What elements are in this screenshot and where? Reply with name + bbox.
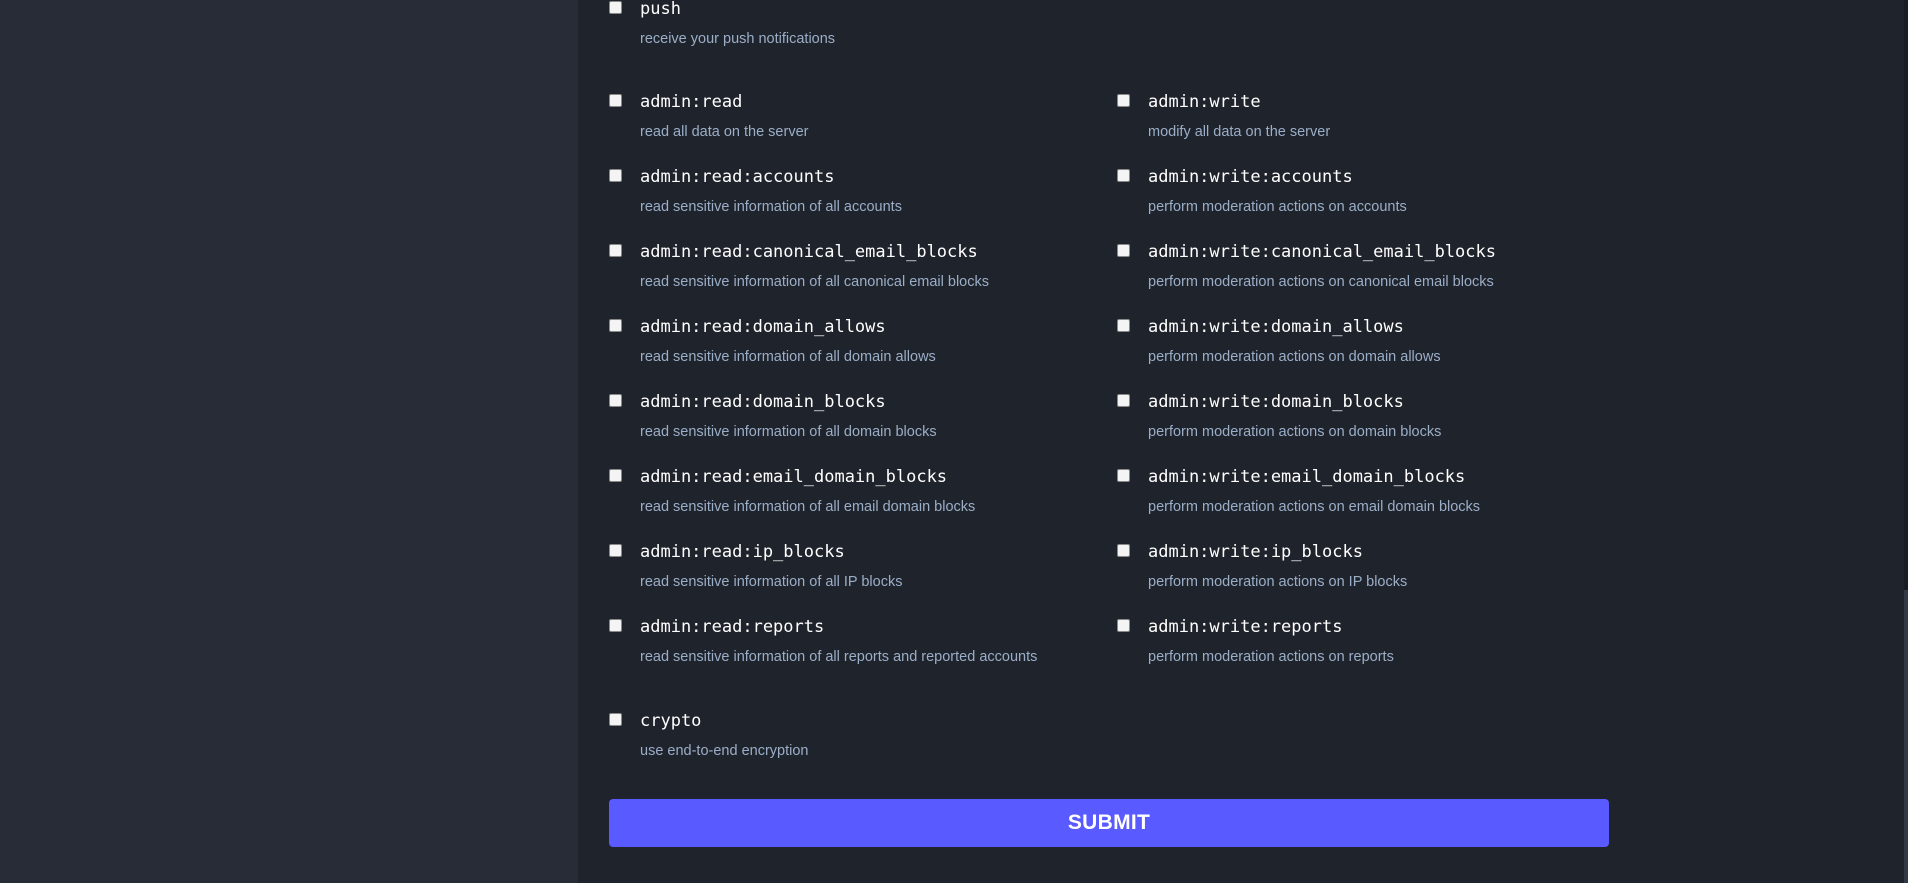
scope-description: use end-to-end encryption (640, 743, 809, 759)
scope-option-admin-write-accounts: admin:write:accounts perform moderation … (1117, 167, 1597, 229)
scope-checkbox-admin-read-email-domain-blocks[interactable] (609, 469, 622, 482)
scope-description: read sensitive information of all domain… (640, 424, 937, 440)
scope-checkbox-admin-write-email-domain-blocks[interactable] (1117, 469, 1130, 482)
scope-checkbox-crypto[interactable] (609, 713, 622, 726)
scope-name: crypto (640, 711, 702, 731)
scope-description: perform moderation actions on domain blo… (1148, 424, 1442, 440)
scope-name: admin:read:domain_blocks (640, 392, 886, 412)
scope-option-admin-write: admin:write modify all data on the serve… (1117, 92, 1597, 154)
scope-option-admin-read: admin:read read all data on the server (609, 92, 1089, 154)
scope-option-admin-write-email-domain-blocks: admin:write:email_domain_blocks perform … (1117, 467, 1597, 529)
scope-description: perform moderation actions on canonical … (1148, 274, 1494, 290)
scope-option-admin-read-email-domain-blocks: admin:read:email_domain_blocks read sens… (609, 467, 1089, 529)
scope-option-admin-read-accounts: admin:read:accounts read sensitive infor… (609, 167, 1089, 229)
scope-description: read sensitive information of all IP blo… (640, 574, 903, 590)
scope-option-admin-read-reports: admin:read:reports read sensitive inform… (609, 617, 1089, 679)
scope-description: read sensitive information of all canoni… (640, 274, 989, 290)
scope-name: admin:read:email_domain_blocks (640, 467, 948, 487)
scope-checkbox-admin-write[interactable] (1117, 94, 1130, 107)
scope-name: admin:read:accounts (640, 167, 835, 187)
scope-name: admin:read:canonical_email_blocks (640, 242, 978, 262)
scope-name: admin:write:accounts (1148, 167, 1353, 187)
scope-checkbox-admin-write-domain-blocks[interactable] (1117, 394, 1130, 407)
scope-name: admin:write (1148, 92, 1261, 112)
page-scrollbar[interactable] (1904, 0, 1908, 883)
scope-description: perform moderation actions on accounts (1148, 199, 1407, 215)
scope-checkbox-admin-read-reports[interactable] (609, 619, 622, 632)
scope-name: admin:read:ip_blocks (640, 542, 845, 562)
scope-option-admin-read-canonical-email-blocks: admin:read:canonical_email_blocks read s… (609, 242, 1089, 304)
scope-description: perform moderation actions on IP blocks (1148, 574, 1408, 590)
scope-option-admin-write-domain-allows: admin:write:domain_allows perform modera… (1117, 317, 1597, 379)
scope-checkbox-admin-write-reports[interactable] (1117, 619, 1130, 632)
scope-checkbox-admin-read-accounts[interactable] (609, 169, 622, 182)
scope-description: read sensitive information of all domain… (640, 349, 936, 365)
scope-checkbox-push[interactable] (609, 1, 622, 14)
scope-option-admin-read-domain-allows: admin:read:domain_allows read sensitive … (609, 317, 1089, 379)
scope-name: admin:read:domain_allows (640, 317, 886, 337)
scope-description: perform moderation actions on email doma… (1148, 499, 1481, 515)
scope-description: modify all data on the server (1148, 124, 1331, 140)
scope-checkbox-admin-read[interactable] (609, 94, 622, 107)
scope-name: admin:write:domain_allows (1148, 317, 1404, 337)
scope-option-crypto: crypto use end-to-end encryption (609, 711, 1089, 773)
scope-name: admin:write:reports (1148, 617, 1343, 637)
scope-description: read sensitive information of all accoun… (640, 199, 902, 215)
scope-name: admin:read (640, 92, 743, 112)
scope-checkbox-admin-read-domain-blocks[interactable] (609, 394, 622, 407)
scope-option-admin-write-reports: admin:write:reports perform moderation a… (1117, 617, 1597, 679)
submit-button[interactable]: SUBMIT (609, 799, 1609, 847)
scope-option-admin-read-domain-blocks: admin:read:domain_blocks read sensitive … (609, 392, 1089, 454)
scope-description: perform moderation actions on reports (1148, 649, 1394, 665)
scope-checkbox-admin-write-accounts[interactable] (1117, 169, 1130, 182)
scope-checkbox-admin-read-canonical-email-blocks[interactable] (609, 244, 622, 257)
scope-description: perform moderation actions on domain all… (1148, 349, 1441, 365)
scrollbar-thumb[interactable] (1904, 590, 1908, 883)
scope-option-admin-write-canonical-email-blocks: admin:write:canonical_email_blocks perfo… (1117, 242, 1597, 304)
scope-checkbox-admin-write-canonical-email-blocks[interactable] (1117, 244, 1130, 257)
scope-name: admin:write:domain_blocks (1148, 392, 1404, 412)
scope-description: read all data on the server (640, 124, 809, 140)
scope-name: admin:write:ip_blocks (1148, 542, 1363, 562)
scope-option-push: push receive your push notifications (609, 0, 1089, 61)
scope-checkbox-admin-read-domain-allows[interactable] (609, 319, 622, 332)
scope-description: receive your push notifications (640, 31, 836, 47)
scope-checkbox-admin-write-domain-allows[interactable] (1117, 319, 1130, 332)
scope-name: admin:read:reports (640, 617, 825, 637)
scope-option-admin-read-ip-blocks: admin:read:ip_blocks read sensitive info… (609, 542, 1089, 604)
scope-checkbox-admin-write-ip-blocks[interactable] (1117, 544, 1130, 557)
scope-checkbox-admin-read-ip-blocks[interactable] (609, 544, 622, 557)
scope-name: push (640, 0, 681, 19)
scope-option-admin-write-ip-blocks: admin:write:ip_blocks perform moderation… (1117, 542, 1597, 604)
scope-description: read sensitive information of all email … (640, 499, 976, 515)
scope-name: admin:write:email_domain_blocks (1148, 467, 1466, 487)
scope-description: read sensitive information of all report… (640, 649, 1038, 665)
scope-name: admin:write:canonical_email_blocks (1148, 242, 1496, 262)
scope-option-admin-write-domain-blocks: admin:write:domain_blocks perform modera… (1117, 392, 1597, 454)
